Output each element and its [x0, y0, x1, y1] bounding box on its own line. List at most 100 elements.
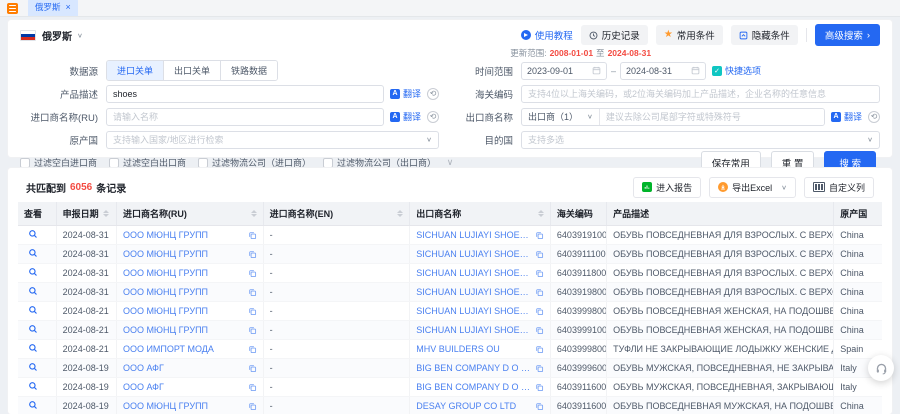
exporter-link[interactable]: MHV BUILDERS OU — [416, 344, 500, 354]
copy-icon[interactable] — [535, 269, 544, 278]
translate-link[interactable]: A 翻译 — [390, 110, 421, 123]
copy-icon[interactable] — [535, 326, 544, 335]
tab-export-declarations[interactable]: 出口关单 — [164, 61, 221, 80]
copy-icon[interactable] — [535, 402, 544, 411]
exporter-link[interactable]: BIG BEN COMPANY D O O FROM BEST T — [416, 382, 531, 392]
importer-link[interactable]: ООО АФГ — [123, 382, 164, 392]
view-magnifier-icon[interactable] — [24, 305, 38, 315]
copy-icon[interactable] — [248, 307, 257, 316]
date-separator: – — [611, 66, 616, 76]
view-magnifier-icon[interactable] — [24, 381, 38, 391]
copy-icon[interactable] — [248, 326, 257, 335]
hs-code-input[interactable] — [521, 85, 880, 103]
date-end-input[interactable]: 2024-08-31 — [620, 62, 706, 80]
view-magnifier-icon[interactable] — [24, 286, 38, 296]
translate-link[interactable]: A 翻译 — [831, 110, 862, 123]
view-magnifier-icon[interactable] — [24, 400, 38, 410]
view-magnifier-icon[interactable] — [24, 267, 38, 277]
exporter-input[interactable] — [600, 109, 824, 125]
cell-importer-ru: ООО МЮНЦ ГРУПП — [116, 397, 263, 414]
tab-rail-data[interactable]: 铁路数据 — [221, 61, 277, 80]
copy-icon[interactable] — [535, 288, 544, 297]
results-panel: 共匹配到 6056 条记录 进入报告 导出Excel ∨ 自定义列 — [8, 168, 892, 414]
importer-link[interactable]: ООО МЮНЦ ГРУПП — [123, 230, 208, 240]
exporter-link[interactable]: DESAY GROUP CO LTD — [416, 401, 516, 411]
view-magnifier-icon[interactable] — [24, 324, 38, 334]
customize-columns-button[interactable]: 自定义列 — [804, 177, 874, 198]
export-excel-button[interactable]: 导出Excel ∨ — [709, 177, 796, 198]
copy-icon[interactable] — [248, 269, 257, 278]
time-range-label: 时间范围 — [461, 64, 521, 78]
exporter-link[interactable]: SICHUAN LUJIAYI SHOES CO LTD — [416, 249, 531, 259]
copy-icon[interactable] — [535, 250, 544, 259]
importer-link[interactable]: ООО МЮНЦ ГРУПП — [123, 325, 208, 335]
exporter-link[interactable]: SICHUAN LUJIAYI SHOES CO LTD — [416, 268, 531, 278]
sort-icon[interactable] — [397, 210, 403, 217]
history-refresh-icon[interactable]: ⟲ — [427, 88, 439, 100]
copy-icon[interactable] — [248, 288, 257, 297]
tab-import-declarations[interactable]: 进口关单 — [107, 61, 164, 80]
exporter-link[interactable]: SICHUAN LUJIAYI SHOES CO LTD — [416, 287, 531, 297]
destination-country-select[interactable]: 支持多选 ∨ — [521, 131, 880, 149]
importer-link[interactable]: ООО АФГ — [123, 363, 164, 373]
translate-link[interactable]: A 翻译 — [390, 87, 421, 100]
history-refresh-icon[interactable]: ⟲ — [868, 111, 880, 123]
favorites-button[interactable]: ★ 常用条件 — [656, 25, 723, 45]
exporter-link[interactable]: SICHUAN LUJIAYI SHOES CO LTD — [416, 325, 531, 335]
tutorial-link[interactable]: 使用教程 — [521, 28, 573, 42]
copy-icon[interactable] — [535, 364, 544, 373]
support-headset-button[interactable] — [868, 355, 894, 381]
exporter-link[interactable]: BIG BEN COMPANY D O O FROM BEST T — [416, 363, 531, 373]
exporter-link[interactable]: SICHUAN LUJIAYI SHOES CO LTD — [416, 230, 531, 240]
importer-link[interactable]: ООО ИМПОРТ МОДА — [123, 344, 214, 354]
origin-country-select[interactable]: 支持输入国家/地区进行检索 ∨ — [106, 131, 439, 149]
exporter-select[interactable]: 出口商（1） ∨ — [522, 109, 600, 125]
copy-icon[interactable] — [248, 364, 257, 373]
importer-link[interactable]: ООО МЮНЦ ГРУПП — [123, 401, 208, 411]
sort-icon[interactable] — [251, 210, 257, 217]
importer-input[interactable] — [106, 108, 384, 126]
view-magnifier-icon[interactable] — [24, 229, 38, 239]
cell-origin: China — [834, 321, 882, 340]
copy-icon[interactable] — [535, 307, 544, 316]
copy-icon[interactable] — [535, 231, 544, 240]
date-start-input[interactable]: 2023-09-01 — [521, 62, 607, 80]
importer-link[interactable]: ООО МЮНЦ ГРУПП — [123, 268, 208, 278]
copy-icon[interactable] — [248, 402, 257, 411]
exporter-link[interactable]: SICHUAN LUJIAYI SHOES CO LTD — [416, 306, 531, 316]
close-icon[interactable]: × — [66, 3, 71, 11]
view-magnifier-icon[interactable] — [24, 343, 38, 353]
advanced-search-button[interactable]: 高级搜索 › — [815, 24, 880, 46]
view-magnifier-icon[interactable] — [24, 248, 38, 258]
importer-link[interactable]: ООО МЮНЦ ГРУПП — [123, 306, 208, 316]
copy-icon[interactable] — [248, 383, 257, 392]
collapse-search-panel-icon[interactable]: ∨ — [447, 157, 454, 168]
copy-icon[interactable] — [248, 250, 257, 259]
sort-icon[interactable] — [538, 210, 544, 217]
history-button[interactable]: 历史记录 — [581, 25, 648, 45]
excel-icon — [718, 182, 728, 192]
importer-link[interactable]: ООО МЮНЦ ГРУПП — [123, 287, 208, 297]
tab-russia[interactable]: 俄罗斯 × — [28, 0, 78, 16]
view-magnifier-icon[interactable] — [24, 362, 38, 372]
play-icon — [521, 30, 531, 40]
copy-icon[interactable] — [535, 383, 544, 392]
product-desc-input[interactable] — [106, 85, 384, 103]
app-menu-icon[interactable] — [7, 3, 18, 14]
cell-hs-code: 6403999800 — [550, 340, 606, 359]
importer-link[interactable]: ООО МЮНЦ ГРУПП — [123, 249, 208, 259]
copy-icon[interactable] — [535, 345, 544, 354]
cell-product-desc: ОБУВЬ МУЖСКАЯ, ПОВСЕДНЕВНАЯ, ЗАКРЫВАЮЩАЯ… — [607, 378, 834, 397]
copy-icon[interactable] — [248, 345, 257, 354]
hide-conditions-button[interactable]: 隐藏条件 — [731, 25, 798, 45]
cell-importer-ru: ООО МЮНЦ ГРУПП — [116, 264, 263, 283]
history-refresh-icon[interactable]: ⟲ — [427, 111, 439, 123]
cell-importer-en: - — [263, 378, 410, 397]
cell-exporter: BIG BEN COMPANY D O O FROM BEST T — [410, 359, 551, 378]
chevron-down-icon[interactable]: ∨ — [77, 31, 83, 38]
quick-options-link[interactable]: ✓ 快捷选项 — [712, 64, 761, 77]
enter-report-button[interactable]: 进入报告 — [633, 177, 701, 198]
translate-icon: A — [390, 89, 400, 99]
copy-icon[interactable] — [248, 231, 257, 240]
sort-icon[interactable] — [103, 210, 109, 217]
